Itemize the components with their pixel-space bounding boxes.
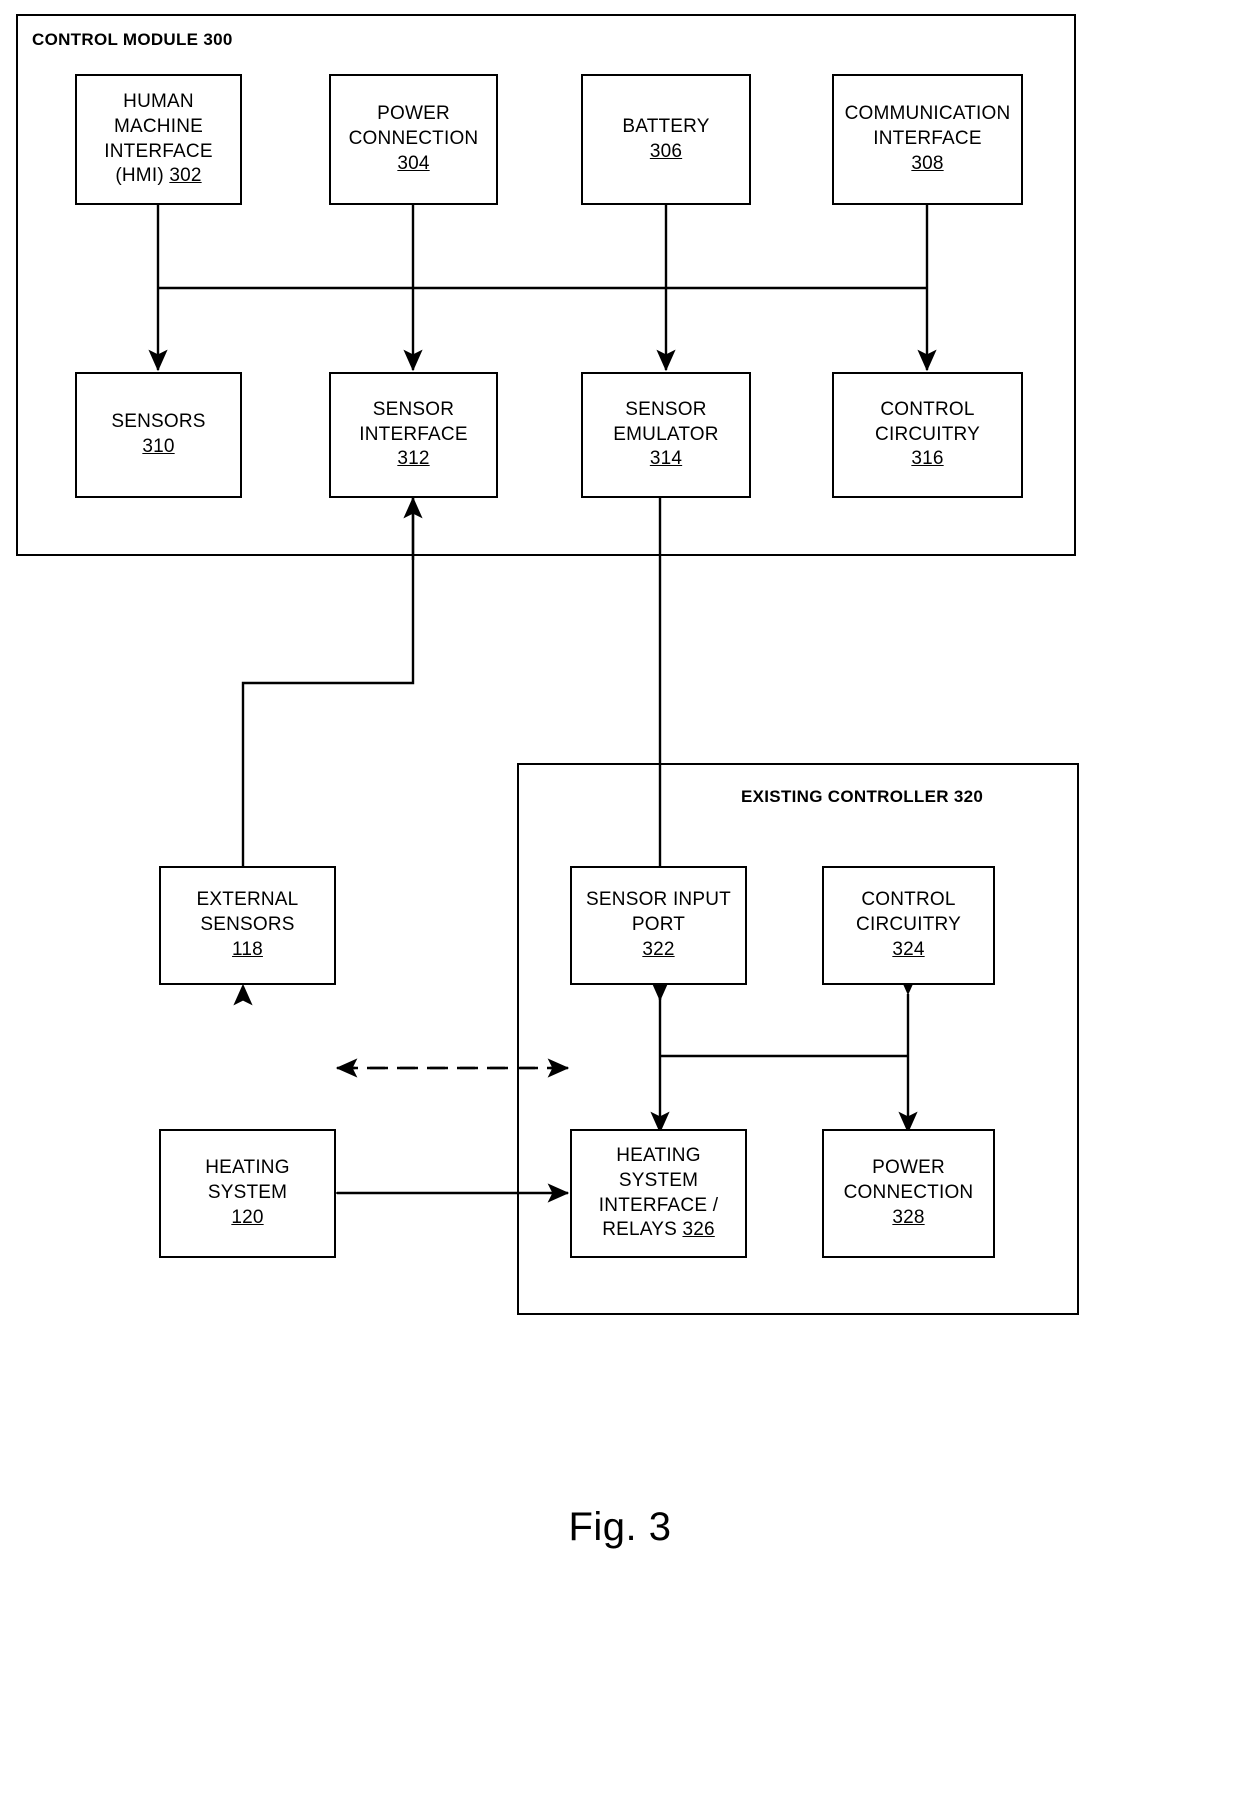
block-control-circuitry-316[interactable]: CONTROL CIRCUITRY 316 <box>832 372 1023 498</box>
block-heating-system-interface[interactable]: HEATING SYSTEM INTERFACE / RELAYS 326 <box>570 1129 747 1258</box>
sensor-input-port-line2: PORT <box>631 914 686 936</box>
sensor-interface-line1: SENSOR <box>372 398 455 420</box>
block-power-connection[interactable]: POWER CONNECTION 304 <box>329 74 498 205</box>
communication-line2: INTERFACE <box>873 128 982 150</box>
communication-line1: COMMUNICATION <box>844 103 1011 125</box>
control-circuitry-324-line1: CONTROL <box>861 889 956 911</box>
heating-interface-line2: SYSTEM <box>618 1169 699 1191</box>
control-circuitry-324-line2: CIRCUITRY <box>856 914 961 936</box>
heating-system-line2: SYSTEM <box>207 1182 288 1204</box>
block-sensor-interface[interactable]: SENSOR INTERFACE 312 <box>329 372 498 498</box>
block-power-connection-328[interactable]: POWER CONNECTION 328 <box>822 1129 995 1258</box>
block-control-circuitry-324[interactable]: CONTROL CIRCUITRY 324 <box>822 866 995 985</box>
control-circuitry-324-ref: 324 <box>892 938 925 960</box>
power-connection-line2: CONNECTION <box>348 128 479 150</box>
control-circuitry-316-ref: 316 <box>911 448 944 470</box>
figure-caption: Fig. 3 <box>568 1505 672 1549</box>
sensor-input-port-line1: SENSOR INPUT <box>586 889 731 911</box>
sensor-input-port-ref: 322 <box>642 938 675 960</box>
control-circuitry-316-line2: CIRCUITRY <box>875 423 980 445</box>
block-human-machine-interface[interactable]: HUMAN MACHINE INTERFACE (HMI) 302 <box>75 74 242 205</box>
block-external-sensors[interactable]: EXTERNAL SENSORS 118 <box>159 866 336 985</box>
hmi-line4: (HMI) <box>115 165 170 187</box>
block-battery[interactable]: BATTERY 306 <box>581 74 751 205</box>
external-sensors-line1: EXTERNAL <box>196 889 299 911</box>
block-sensor-input-port[interactable]: SENSOR INPUT PORT 322 <box>570 866 747 985</box>
block-sensor-emulator[interactable]: SENSOR EMULATOR 314 <box>581 372 751 498</box>
hmi-line3: INTERFACE <box>104 140 213 162</box>
heating-interface-ref: 326 <box>682 1219 715 1241</box>
heating-system-line1: HEATING <box>205 1157 290 1179</box>
sensor-interface-line2: INTERFACE <box>359 423 468 445</box>
sensors-line1: SENSORS <box>111 411 206 433</box>
battery-ref: 306 <box>649 140 683 162</box>
control-module-label: CONTROL MODULE 300 <box>32 30 233 49</box>
block-heating-system[interactable]: HEATING SYSTEM 120 <box>159 1129 336 1258</box>
sensors-ref: 310 <box>142 436 175 457</box>
power-connection-328-line2: CONNECTION <box>843 1182 974 1204</box>
heating-interface-line1: HEATING <box>616 1145 701 1167</box>
heating-system-ref: 120 <box>231 1206 264 1228</box>
power-connection-line1: POWER <box>377 103 450 125</box>
heating-interface-line3: INTERFACE / <box>598 1194 719 1216</box>
hmi-ref: 302 <box>169 165 202 187</box>
power-connection-ref: 304 <box>397 152 430 174</box>
sensor-interface-ref: 312 <box>397 448 430 470</box>
control-circuitry-316-line1: CONTROL <box>880 398 975 420</box>
existing-controller-label: EXISTING CONTROLLER 320 <box>741 787 984 806</box>
power-connection-328-ref: 328 <box>892 1206 925 1228</box>
hmi-line1: HUMAN <box>123 91 194 113</box>
battery-line1: BATTERY <box>622 115 710 137</box>
sensor-emulator-ref: 314 <box>649 448 683 470</box>
heating-interface-line4: RELAYS <box>602 1219 683 1241</box>
sensor-emulator-line1: SENSOR <box>625 398 707 420</box>
external-sensors-line2: SENSORS <box>200 914 295 936</box>
block-communication-interface[interactable]: COMMUNICATION INTERFACE 308 <box>832 74 1023 205</box>
block-sensors[interactable]: SENSORS 310 <box>75 372 242 498</box>
hmi-line2: MACHINE <box>113 115 203 137</box>
external-sensors-ref: 118 <box>232 938 263 960</box>
communication-ref: 308 <box>911 152 944 174</box>
power-connection-328-line1: POWER <box>872 1157 945 1179</box>
figure-canvas: CONTROL MODULE 300 HUMAN MACHINE INTERFA… <box>0 0 1240 1803</box>
sensor-emulator-line2: EMULATOR <box>613 423 719 445</box>
